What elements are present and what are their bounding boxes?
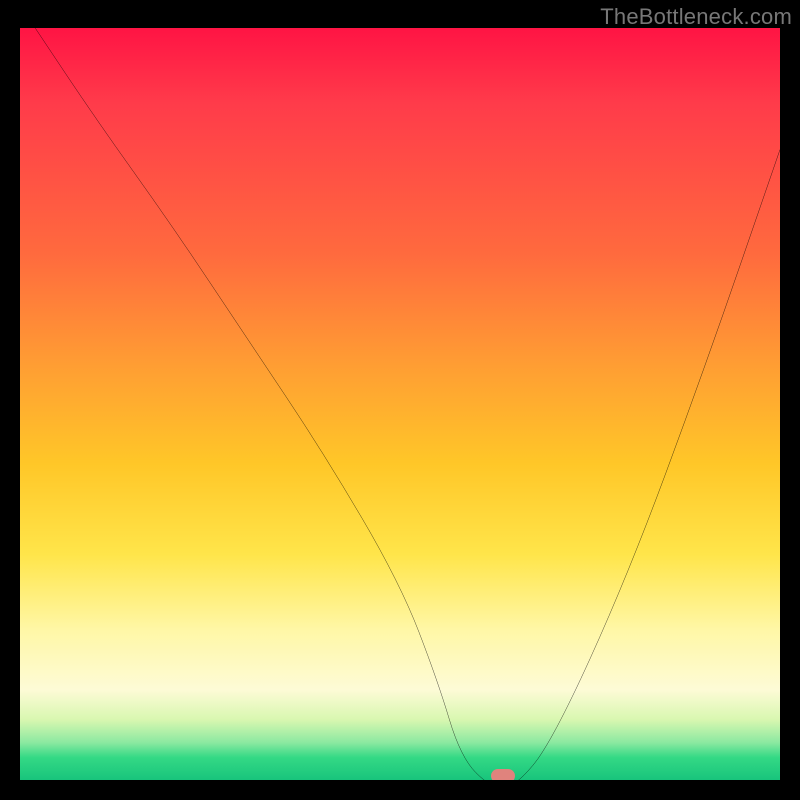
bottleneck-curve [20, 28, 780, 780]
chart-frame: TheBottleneck.com [0, 0, 800, 800]
plot-area [20, 28, 780, 780]
watermark-text: TheBottleneck.com [600, 4, 792, 30]
